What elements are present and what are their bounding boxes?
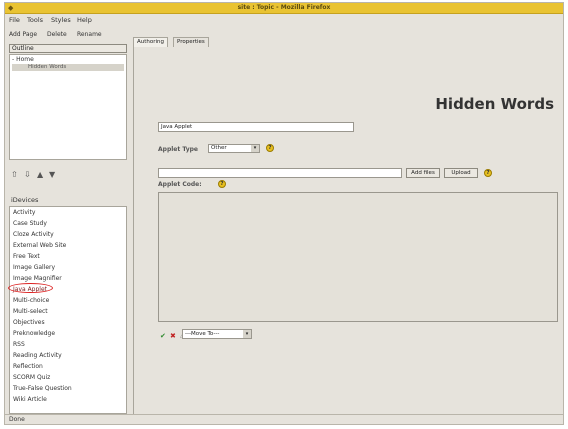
idevice-item[interactable]: Objectives — [13, 319, 45, 326]
idevices-list: Activity Case Study Cloze Activity Exter… — [9, 206, 127, 414]
idevice-item[interactable]: Free Text — [13, 253, 40, 260]
title-bar: ◆ site : Topic - Mozilla Firefox — [5, 3, 563, 14]
idevice-item[interactable]: SCORM Quiz — [13, 374, 50, 381]
idevice-name-field[interactable]: Java Applet — [158, 122, 354, 132]
idevice-item[interactable]: Wiki Article — [13, 396, 47, 403]
applet-type-select[interactable]: Other ▾ — [208, 144, 260, 153]
outline-toolbar: Add Page Delete Rename — [7, 30, 129, 41]
idevice-item[interactable]: Reflection — [13, 363, 43, 370]
idevice-item[interactable]: RSS — [13, 341, 25, 348]
move-to-value: ---Move To--- — [185, 331, 220, 337]
chevron-down-icon: ▾ — [251, 145, 259, 152]
help-icon[interactable]: ? — [218, 180, 226, 188]
applet-type-value: Other — [211, 145, 227, 151]
menu-styles[interactable]: Styles — [51, 16, 71, 24]
move-to-select[interactable]: ---Move To--- ▾ — [182, 329, 252, 339]
tree-node-home[interactable]: - Home — [12, 56, 34, 63]
idevices-tab[interactable]: iDevices — [9, 195, 127, 205]
idevice-item[interactable]: Preknowledge — [13, 330, 55, 337]
idevice-item[interactable]: True-False Question — [13, 385, 72, 392]
upload-button[interactable]: Upload — [444, 168, 478, 178]
idevice-item[interactable]: Reading Activity — [13, 352, 62, 359]
status-text: Done — [9, 416, 25, 423]
move-down-icon[interactable]: ▼ — [49, 170, 55, 179]
browser-window: ◆ site : Topic - Mozilla Firefox File To… — [4, 2, 564, 425]
page-heading: Hidden Words — [435, 95, 554, 113]
outline-tab[interactable]: Outline — [9, 44, 127, 53]
applet-type-label: Applet Type — [158, 146, 198, 153]
outline-move-arrows: ⇧ ⇩ ▲ ▼ — [7, 170, 129, 182]
rename-button[interactable]: Rename — [77, 31, 102, 38]
help-icon[interactable]: ? — [484, 169, 492, 177]
idevice-item[interactable]: Activity — [13, 209, 35, 216]
menu-help[interactable]: Help — [77, 16, 92, 24]
idevice-item[interactable]: Image Magnifier — [13, 275, 62, 282]
menu-tools[interactable]: Tools — [27, 16, 43, 24]
demote-icon[interactable]: ⇩ — [24, 170, 31, 179]
idevice-item[interactable]: Case Study — [13, 220, 47, 227]
menu-bar: File Tools Styles Help — [5, 14, 563, 26]
window-title: site : Topic - Mozilla Firefox — [237, 4, 331, 11]
left-panel: Add Page Delete Rename Outline - Home Hi… — [7, 30, 129, 414]
promote-icon[interactable]: ⇧ — [11, 170, 18, 179]
delete-button[interactable]: Delete — [47, 31, 67, 38]
status-bar: Done — [5, 414, 563, 425]
chevron-down-icon: ▾ — [243, 330, 251, 338]
idevice-item[interactable]: External Web Site — [13, 242, 66, 249]
idevice-item[interactable]: Image Gallery — [13, 264, 55, 271]
menu-file[interactable]: File — [9, 16, 20, 24]
add-files-button[interactable]: Add files — [406, 168, 440, 178]
add-page-button[interactable]: Add Page — [9, 31, 37, 38]
selection-highlight-circle — [8, 283, 53, 293]
done-check-icon[interactable]: ✔ — [160, 332, 166, 340]
applet-code-textarea[interactable] — [158, 192, 558, 322]
delete-icon[interactable]: ✖ — [170, 332, 176, 340]
applet-code-label: Applet Code: — [158, 181, 202, 188]
help-icon[interactable]: ? — [266, 144, 274, 152]
file-path-field[interactable] — [158, 168, 402, 178]
outline-tree: - Home Hidden Words — [9, 54, 127, 160]
tree-node-hidden-words[interactable]: Hidden Words — [12, 64, 124, 71]
authoring-content: Hidden Words Java Applet Applet Type Oth… — [133, 47, 562, 414]
idevice-item[interactable]: Cloze Activity — [13, 231, 54, 238]
move-up-icon[interactable]: ▲ — [37, 170, 43, 179]
main-panel: Authoring Properties Hidden Words Java A… — [131, 27, 563, 414]
idevice-item[interactable]: Multi-choice — [13, 297, 49, 304]
idevice-item[interactable]: Multi-select — [13, 308, 48, 315]
